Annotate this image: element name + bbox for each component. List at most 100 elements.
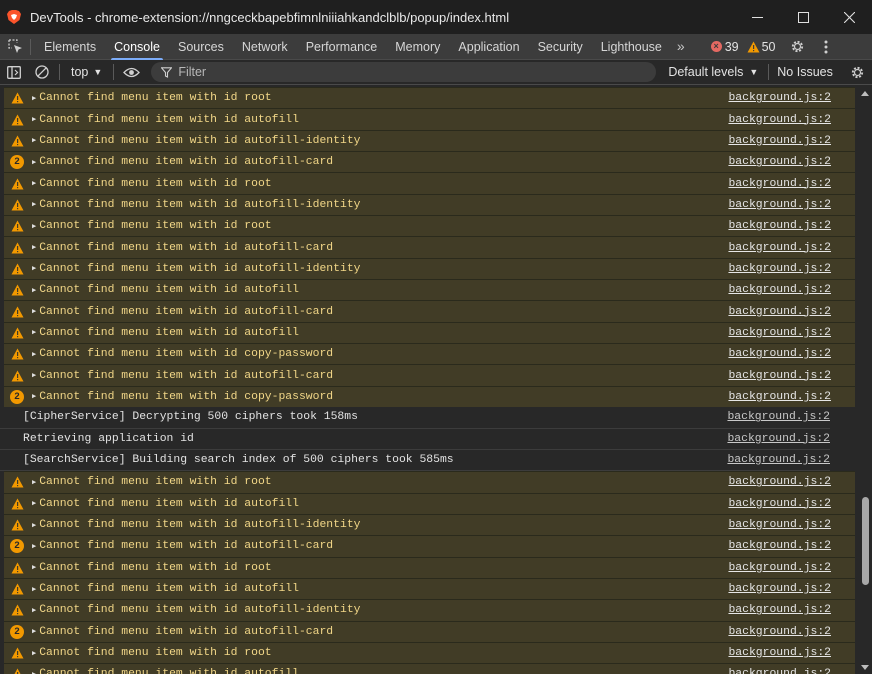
console-warning-row[interactable]: ▶ Cannot find menu item with id root backg… xyxy=(4,172,855,194)
scroll-up-arrow[interactable] xyxy=(861,91,869,96)
source-link[interactable]: background.js:2 xyxy=(728,540,831,552)
console-scrollbar[interactable] xyxy=(858,87,872,674)
settings-button[interactable] xyxy=(784,34,812,60)
issue-counters[interactable]: × 39 50 xyxy=(710,40,784,54)
console-warning-row[interactable]: 2 ▶ Cannot find menu item with id autofill… xyxy=(4,620,855,642)
console-log-row[interactable]: Retrieving application id background.js:2 xyxy=(0,428,830,450)
expand-triangle-icon[interactable]: ▶ xyxy=(32,606,36,615)
source-link[interactable]: background.js:2 xyxy=(728,284,831,296)
console-warning-row[interactable]: ▶Cannot find menu item with id autofillb… xyxy=(4,279,855,301)
expand-triangle-icon[interactable]: ▶ xyxy=(32,542,36,551)
source-link[interactable]: background.js:2 xyxy=(727,411,830,423)
tab-security[interactable]: Security xyxy=(529,34,592,60)
log-levels-dropdown[interactable]: Default levels ▼ xyxy=(668,65,758,79)
console-warning-row[interactable]: 2 ▶ Cannot find menu item with id autofill… xyxy=(4,151,855,173)
tab-console[interactable]: Console xyxy=(105,34,169,60)
customize-menu-button[interactable] xyxy=(812,34,840,60)
console-warning-row[interactable]: ▶Cannot find menu item with id autofillb… xyxy=(4,492,855,514)
console-warning-row[interactable]: ▶ Cannot find menu item with id autofill-… xyxy=(4,364,855,386)
console-warning-row[interactable]: ▶Cannot find menu item with id autofillb… xyxy=(4,577,855,600)
tab-performance[interactable]: Performance xyxy=(297,34,387,60)
close-button[interactable] xyxy=(826,0,872,34)
expand-triangle-icon[interactable]: ▶ xyxy=(32,264,36,273)
source-link[interactable]: background.js:2 xyxy=(728,476,831,488)
source-link[interactable]: background.js:2 xyxy=(728,647,831,659)
source-link[interactable]: background.js:2 xyxy=(728,220,831,232)
console-settings-button[interactable] xyxy=(842,60,872,85)
console-warning-row[interactable]: ▶ Cannot find menu item with id autofill-… xyxy=(4,257,855,280)
sidebar-toggle-button[interactable] xyxy=(0,60,28,85)
console-warning-row[interactable]: ▶ Cannot find menu item with id autofill-… xyxy=(4,193,855,216)
console-warning-row[interactable]: ▶ Cannot find menu item with id autofill-… xyxy=(4,236,855,258)
expand-triangle-icon[interactable]: ▶ xyxy=(32,158,36,167)
source-link[interactable]: background.js:2 xyxy=(727,454,830,466)
expand-triangle-icon[interactable]: ▶ xyxy=(32,179,36,188)
source-link[interactable]: background.js:2 xyxy=(728,114,831,126)
expand-triangle-icon[interactable]: ▶ xyxy=(32,649,36,658)
source-link[interactable]: background.js:2 xyxy=(728,370,831,382)
console-log-row[interactable]: [SearchService] Building search index of… xyxy=(0,449,830,472)
console-log-row[interactable]: [CipherService] Decrypting 500 ciphers t… xyxy=(0,407,830,429)
source-link[interactable]: background.js:2 xyxy=(728,626,831,638)
minimize-button[interactable] xyxy=(734,0,780,34)
console-warning-row[interactable]: ▶Cannot find menu item with id autofillb… xyxy=(4,108,855,130)
tab-elements[interactable]: Elements xyxy=(35,34,105,60)
console-warning-row[interactable]: 2 ▶ Cannot find menu item with id autofill… xyxy=(4,535,855,557)
scroll-thumb[interactable] xyxy=(862,497,869,585)
source-link[interactable]: background.js:2 xyxy=(728,519,831,531)
expand-triangle-icon[interactable]: ▶ xyxy=(32,286,36,295)
console-warning-row[interactable]: 2 ▶ Cannot find menu item with id copy-pas… xyxy=(4,385,855,408)
source-link[interactable]: background.js:2 xyxy=(728,604,831,616)
expand-triangle-icon[interactable]: ▶ xyxy=(32,563,36,572)
source-link[interactable]: background.js:2 xyxy=(728,156,831,168)
more-tabs-button[interactable]: » xyxy=(671,34,691,60)
live-expression-button[interactable] xyxy=(117,60,145,85)
console-warning-row[interactable]: ▶ Cannot find menu item with id root backg… xyxy=(4,471,855,493)
console-warning-row[interactable]: ▶ Cannot find menu item with id autofill-… xyxy=(4,599,855,621)
console-warning-row[interactable]: ▶ Cannot find menu item with id autofill-… xyxy=(4,129,855,152)
clear-console-button[interactable] xyxy=(28,60,56,85)
source-link[interactable]: background.js:2 xyxy=(728,348,831,360)
expand-triangle-icon[interactable]: ▶ xyxy=(32,350,36,359)
source-link[interactable]: background.js:2 xyxy=(728,263,831,275)
source-link[interactable]: background.js:2 xyxy=(728,242,831,254)
console-warning-row[interactable]: ▶ Cannot find menu item with id autofill-… xyxy=(4,513,855,536)
console-warning-row[interactable]: ▶ Cannot find menu item with id root backg… xyxy=(4,215,855,237)
filter-input[interactable] xyxy=(178,65,619,79)
expand-triangle-icon[interactable]: ▶ xyxy=(32,200,36,209)
expand-triangle-icon[interactable]: ▶ xyxy=(32,521,36,530)
expand-triangle-icon[interactable]: ▶ xyxy=(32,328,36,337)
error-counter[interactable]: × 39 xyxy=(710,40,739,54)
expand-triangle-icon[interactable]: ▶ xyxy=(32,627,36,636)
source-link[interactable]: background.js:2 xyxy=(728,306,831,318)
issues-button[interactable]: No Issues xyxy=(768,64,833,80)
source-link[interactable]: background.js:2 xyxy=(728,583,831,595)
console-warning-row[interactable]: ▶ Cannot find menu item with id autofill-… xyxy=(4,300,855,322)
expand-triangle-icon[interactable]: ▶ xyxy=(32,222,36,231)
console-warning-row[interactable]: ▶Cannot find menu item with id autofillb… xyxy=(4,321,855,344)
inspect-element-button[interactable] xyxy=(0,34,30,60)
source-link[interactable]: background.js:2 xyxy=(727,433,830,445)
expand-triangle-icon[interactable]: ▶ xyxy=(32,115,36,124)
tab-lighthouse[interactable]: Lighthouse xyxy=(592,34,671,60)
expand-triangle-icon[interactable]: ▶ xyxy=(32,94,36,103)
source-link[interactable]: background.js:2 xyxy=(728,199,831,211)
source-link[interactable]: background.js:2 xyxy=(728,391,831,403)
tab-network[interactable]: Network xyxy=(233,34,297,60)
expand-triangle-icon[interactable]: ▶ xyxy=(32,243,36,252)
source-link[interactable]: background.js:2 xyxy=(728,178,831,190)
tab-application[interactable]: Application xyxy=(449,34,528,60)
maximize-button[interactable] xyxy=(780,0,826,34)
warning-counter[interactable]: 50 xyxy=(747,40,776,54)
filter-box[interactable] xyxy=(151,62,657,82)
source-link[interactable]: background.js:2 xyxy=(728,668,831,674)
expand-triangle-icon[interactable]: ▶ xyxy=(32,499,36,508)
expand-triangle-icon[interactable]: ▶ xyxy=(32,371,36,380)
source-link[interactable]: background.js:2 xyxy=(728,92,831,104)
scroll-down-arrow[interactable] xyxy=(861,665,869,670)
expand-triangle-icon[interactable]: ▶ xyxy=(32,136,36,145)
console-warning-row[interactable]: ▶ Cannot find menu item with id root backg… xyxy=(4,87,855,109)
context-selector[interactable]: top ▼ xyxy=(63,65,110,79)
expand-triangle-icon[interactable]: ▶ xyxy=(32,478,36,487)
expand-triangle-icon[interactable]: ▶ xyxy=(32,670,36,674)
